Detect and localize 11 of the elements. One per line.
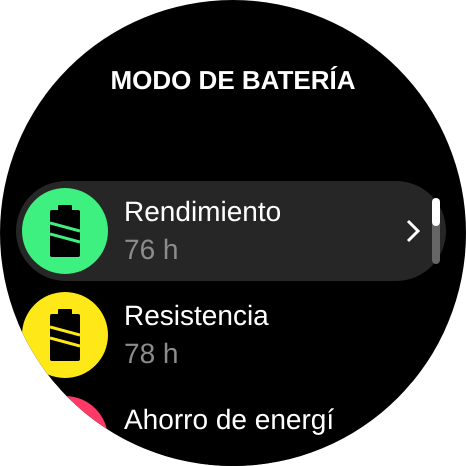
mode-name: Ahorro de energí <box>124 403 336 437</box>
battery-icon <box>50 309 80 361</box>
screen-title: MODO DE BATERÍA <box>110 64 356 97</box>
chevron-right-icon <box>406 219 420 243</box>
mode-name: Resistencia <box>124 299 270 333</box>
mode-duration: 76 h <box>124 233 180 267</box>
battery-icon <box>50 205 80 257</box>
scrollbar <box>432 198 440 264</box>
mode-name: Rendimiento <box>124 195 282 229</box>
mode-row-highlighted[interactable]: Rendimiento 76 h <box>16 181 446 281</box>
mode-duration: 78 h <box>124 337 180 371</box>
